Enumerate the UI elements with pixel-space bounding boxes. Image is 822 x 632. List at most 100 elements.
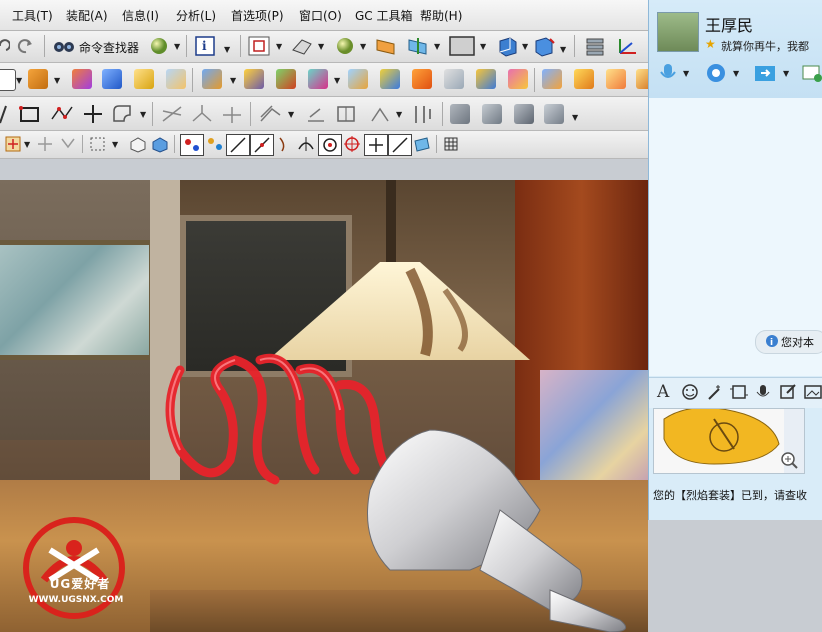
auto-constrain-icon[interactable] [368, 103, 392, 125]
menu-analysis[interactable]: 分析(L) [176, 7, 216, 24]
chevron-down-icon[interactable]: ▼ [572, 113, 578, 122]
edit-icon[interactable] [779, 383, 797, 401]
snap-point-icon[interactable] [4, 135, 24, 153]
bounded-plane-icon[interactable] [606, 69, 626, 89]
chevron-down-icon[interactable]: ▼ [288, 110, 294, 119]
quadrant-point-icon[interactable] [342, 135, 362, 153]
info-window-icon[interactable]: i [194, 35, 218, 57]
section-view-icon[interactable] [406, 36, 430, 56]
background-color-icon[interactable] [448, 35, 476, 57]
menu-help[interactable]: 帮助(H) [420, 7, 462, 24]
revolve-icon[interactable] [72, 69, 92, 89]
rendering-style-icon[interactable] [290, 36, 314, 56]
chevron-down-icon[interactable]: ▼ [434, 42, 440, 51]
menu-gc-toolbox[interactable]: GC 工具箱 [355, 7, 413, 24]
chevron-down-icon[interactable]: ▼ [334, 76, 340, 85]
sketch-icon[interactable] [0, 69, 16, 91]
trim-body-icon[interactable] [348, 69, 368, 89]
make-corner-icon[interactable] [220, 103, 244, 125]
video-camera-icon[interactable] [705, 62, 727, 84]
circle-center-icon[interactable] [318, 134, 342, 156]
menu-info[interactable]: 信息(I) [122, 7, 159, 24]
polyline-icon[interactable] [50, 103, 74, 125]
chamfer-icon[interactable] [444, 69, 464, 89]
chevron-down-icon[interactable]: ▼ [276, 42, 282, 51]
microphone-icon[interactable] [657, 62, 679, 84]
render-sphere-icon[interactable] [148, 36, 170, 56]
csys-icon[interactable] [614, 35, 642, 57]
inferred-constraints-icon[interactable] [514, 104, 534, 124]
offset-face-icon[interactable] [508, 69, 528, 89]
chevron-down-icon[interactable]: ▼ [140, 110, 146, 119]
associative-copy-icon[interactable] [482, 104, 502, 124]
chevron-down-icon[interactable]: ▼ [522, 42, 528, 51]
clipping-plane-icon[interactable] [374, 36, 398, 56]
quick-trim-icon[interactable] [160, 103, 184, 125]
menu-assembly[interactable]: 装配(A) [66, 7, 108, 24]
point-on-face-icon[interactable] [412, 135, 432, 153]
point-icon[interactable] [82, 103, 104, 125]
chevron-down-icon[interactable]: ▼ [560, 45, 566, 54]
profile-icon[interactable] [110, 103, 136, 125]
menu-preferences[interactable]: 首选项(P) [231, 7, 284, 24]
file-transfer-icon[interactable] [753, 62, 777, 84]
filter-icon[interactable] [58, 135, 78, 153]
alternate-solution-icon[interactable] [410, 103, 436, 125]
magic-wand-icon[interactable] [705, 383, 723, 401]
arc-center-icon[interactable] [276, 135, 294, 153]
chevron-down-icon[interactable]: ▼ [360, 42, 366, 51]
orient-view-icon[interactable] [496, 35, 520, 57]
unite-icon[interactable] [308, 69, 328, 89]
chevron-down-icon[interactable]: ▼ [480, 42, 486, 51]
screenshot-icon[interactable] [729, 383, 749, 401]
chevron-down-icon[interactable]: ▼ [24, 140, 30, 149]
geometric-constraints-icon[interactable] [304, 103, 328, 125]
convert-reference-icon[interactable] [450, 104, 470, 124]
chevron-down-icon[interactable]: ▼ [783, 69, 789, 78]
relations-browser-icon[interactable] [544, 104, 564, 124]
offset-curve-icon[interactable] [258, 103, 282, 125]
avatar[interactable] [657, 12, 699, 52]
menu-tools[interactable]: 工具(T) [12, 7, 53, 24]
image-icon[interactable] [803, 383, 822, 401]
chevron-down-icon[interactable]: ▼ [733, 69, 739, 78]
font-icon[interactable]: A [657, 382, 669, 402]
contact-name[interactable]: 王厚民 [705, 12, 753, 36]
rectangle-icon[interactable] [18, 103, 42, 125]
select-rectangle-icon[interactable] [88, 135, 108, 153]
draft-icon[interactable] [244, 69, 264, 89]
chevron-down-icon[interactable]: ▼ [396, 110, 402, 119]
midpoint-snap-icon[interactable] [205, 135, 225, 153]
extrude-icon[interactable] [28, 69, 48, 89]
select-face-icon[interactable] [150, 135, 170, 153]
endpoint-snap-icon[interactable] [180, 134, 204, 156]
control-point-icon[interactable] [226, 134, 250, 156]
block-icon[interactable] [102, 69, 122, 89]
shell-icon[interactable] [476, 69, 496, 89]
chevron-down-icon[interactable]: ▼ [54, 76, 60, 85]
edge-blend-icon[interactable] [412, 69, 432, 89]
chevron-down-icon[interactable]: ▼ [16, 76, 22, 85]
select-body-icon[interactable] [128, 135, 148, 153]
point-on-curve-icon[interactable] [388, 134, 412, 156]
chevron-down-icon[interactable]: ▼ [230, 76, 236, 85]
graphics-viewport[interactable]: UG爱好者 WWW.UGSNX.COM [0, 180, 648, 632]
voice-message-icon[interactable] [755, 383, 771, 401]
chevron-down-icon[interactable]: ▼ [683, 69, 689, 78]
wcs-icon[interactable] [532, 35, 556, 57]
emboss-icon[interactable] [166, 69, 186, 89]
grid-icon[interactable] [442, 135, 460, 153]
chevron-down-icon[interactable]: ▼ [174, 42, 180, 51]
swept-icon[interactable] [574, 69, 594, 89]
inferred-point-icon[interactable] [36, 135, 54, 153]
shaded-sphere-icon[interactable] [334, 36, 356, 56]
dimensions-icon[interactable] [334, 103, 360, 125]
pattern-icon[interactable] [202, 69, 222, 89]
line-icon[interactable] [0, 103, 10, 125]
quick-extend-icon[interactable] [190, 103, 214, 125]
thicken-icon[interactable] [380, 69, 400, 89]
binoculars-icon[interactable] [52, 37, 76, 55]
existing-point-icon[interactable] [364, 134, 388, 156]
menu-window[interactable]: 窗口(O) [299, 7, 342, 24]
through-curves-icon[interactable] [542, 69, 562, 89]
